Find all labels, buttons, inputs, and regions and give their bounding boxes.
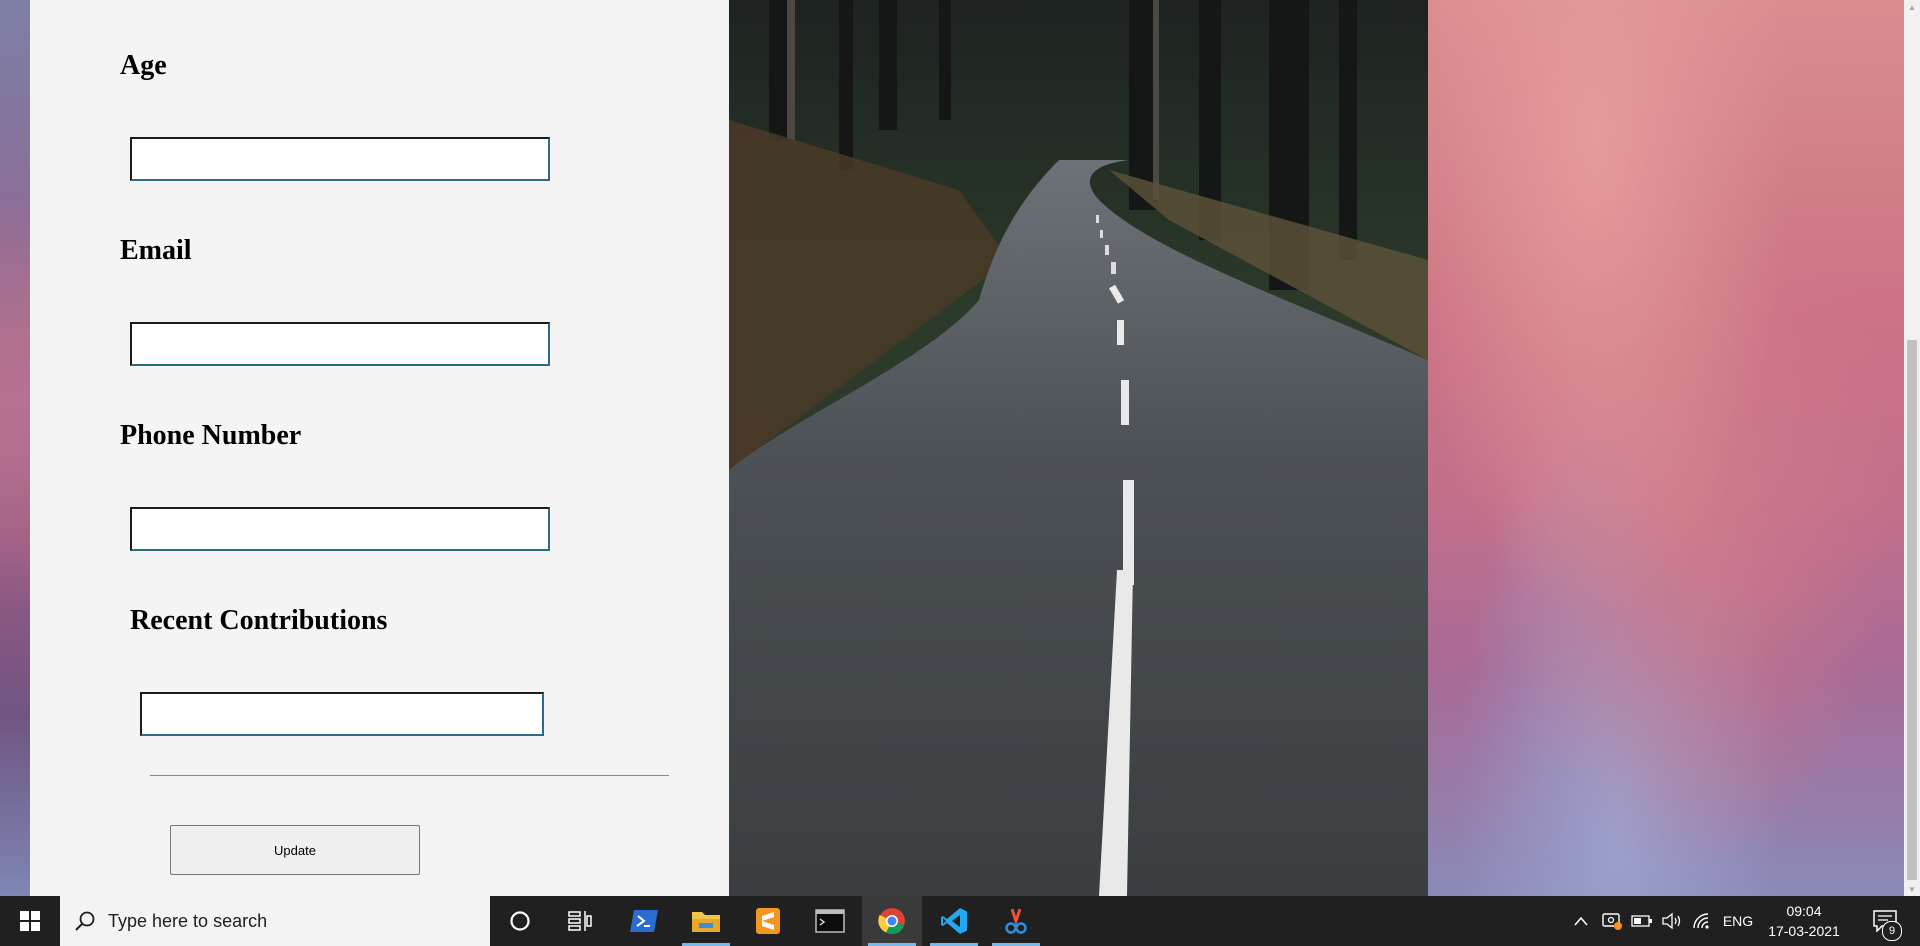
wifi-icon [1693,913,1709,929]
task-view-button[interactable] [550,896,610,946]
phone-number-input[interactable] [130,507,550,551]
terminal-icon [815,909,845,933]
file-explorer-icon [692,912,720,932]
taskbar-app-powershell[interactable] [614,896,674,946]
tray-meet-now[interactable] [1598,896,1626,946]
update-button[interactable]: Update [170,825,420,875]
recent-contributions-label: Recent Contributions [130,605,388,636]
scroll-down-arrow-icon[interactable]: ▼ [1904,882,1920,896]
notification-count-badge: 9 [1882,921,1902,941]
scroll-up-arrow-icon[interactable]: ▲ [1904,0,1920,14]
start-button[interactable] [0,896,60,946]
vscode-icon [941,908,967,934]
cortana-icon [510,911,530,931]
recent-contributions-input[interactable] [140,692,544,736]
tray-volume[interactable] [1658,896,1686,946]
road-photo [729,0,1428,896]
search-icon [75,911,95,931]
tray-wifi[interactable] [1688,896,1716,946]
snipping-tool-icon [1005,908,1027,934]
taskbar-search-box[interactable]: Type here to search [60,896,490,946]
background-gradient [1428,0,1904,896]
taskbar-clock[interactable]: 09:04 17-03-2021 [1760,896,1848,946]
vertical-scrollbar[interactable]: ▲ ▼ [1904,0,1920,896]
taskbar: Type here to search ENG 09:04 17-03-2021… [0,896,1920,946]
taskbar-app-vscode[interactable] [924,896,984,946]
phone-number-label: Phone Number [120,420,302,451]
chrome-icon [878,908,905,934]
sublime-text-icon [756,908,780,934]
form-panel: Age Email Phone Number Recent Contributi… [30,0,729,896]
windows-logo-icon [20,911,40,931]
clock-date: 17-03-2021 [1768,923,1840,939]
scroll-thumb[interactable] [1907,340,1917,880]
age-input[interactable] [130,137,550,181]
show-hidden-icons-button[interactable] [1568,896,1594,946]
tray-battery[interactable] [1628,896,1656,946]
email-input[interactable] [130,322,550,366]
age-label: Age [120,50,167,81]
browser-viewport: Age Email Phone Number Recent Contributi… [0,0,1920,896]
search-placeholder: Type here to search [108,910,268,931]
taskbar-app-snipping-tool[interactable] [986,896,1046,946]
network-alert-icon [1602,913,1622,930]
cortana-button[interactable] [490,896,550,946]
chevron-up-icon [1574,916,1588,926]
language-indicator[interactable]: ENG [1718,896,1758,946]
clock-time: 09:04 [1786,903,1822,919]
task-view-icon [568,911,592,931]
volume-icon [1662,912,1681,930]
taskbar-app-terminal[interactable] [800,896,860,946]
taskbar-app-sublime-text[interactable] [738,896,798,946]
taskbar-app-file-explorer[interactable] [676,896,736,946]
battery-icon [1631,915,1652,927]
divider [150,775,669,776]
taskbar-app-chrome[interactable] [862,896,922,946]
email-label: Email [120,235,192,266]
powershell-icon [630,910,658,932]
